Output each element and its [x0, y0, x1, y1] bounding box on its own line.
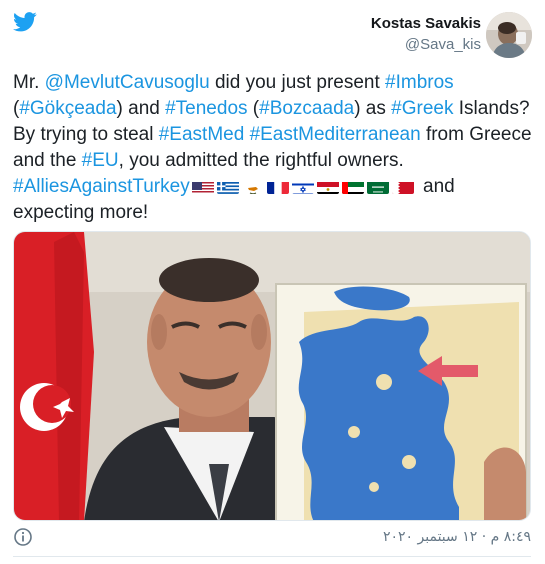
egypt-flag-icon [316, 179, 339, 194]
saudi-flag-icon [366, 179, 389, 194]
author-name[interactable]: Kostas Savakis [371, 14, 481, 33]
tweet-link[interactable]: #Tenedos [165, 98, 247, 119]
france-flag-icon [266, 179, 289, 194]
uae-flag-icon [341, 179, 364, 194]
avatar[interactable] [486, 12, 532, 58]
us-flag-icon [191, 179, 214, 194]
tweet-media-photo[interactable] [13, 231, 531, 521]
israel-flag-icon [291, 179, 314, 194]
tweet-text-segment: Mr. [13, 72, 45, 93]
avatar-photo-icon [486, 12, 532, 58]
tweet-timestamp[interactable]: ٨:٤٩ م · ١٢ سبتمبر ٢٠٢٠ [383, 529, 531, 545]
tweet-footer: ٨:٤٩ م · ١٢ سبتمبر ٢٠٢٠ [13, 527, 531, 549]
tweet-text-segment: , you admitted the rightful owners. [118, 150, 404, 171]
tweet-link[interactable]: #Greek [391, 98, 453, 119]
tweet-link[interactable]: @MevlutCavusoglu [45, 72, 210, 93]
greece-flag-icon [216, 179, 239, 194]
tweet-text-segment: ( [247, 98, 260, 119]
tweet-text: Mr. @MevlutCavusoglu did you just presen… [13, 70, 538, 226]
cyprus-flag-icon [241, 179, 264, 194]
twitter-bird-icon[interactable] [13, 12, 37, 32]
flag-emoji-row [191, 179, 414, 194]
divider [13, 556, 531, 557]
bahrain-flag-icon [391, 179, 414, 194]
tweet-link[interactable]: #Bozcaada [259, 98, 354, 119]
tweet-link[interactable]: #EastMed [159, 124, 245, 145]
info-icon[interactable] [13, 527, 33, 547]
tweet-text-segment: did you just present [209, 72, 386, 93]
tweet-link[interactable]: #EU [82, 150, 119, 171]
tweet-text-segment: ) as [354, 98, 392, 119]
author-handle[interactable]: @Sava_kis [371, 35, 481, 54]
tweet-card: Kostas Savakis @Sava_kis Mr. @MevlutCavu… [0, 0, 545, 564]
tweet-link[interactable]: #EastMediterranean [250, 124, 421, 145]
tweet-link[interactable]: #Gökçeada [19, 98, 116, 119]
author-block[interactable]: Kostas Savakis @Sava_kis [371, 14, 481, 54]
tweet-link[interactable]: #Imbros [385, 72, 454, 93]
tweet-link[interactable]: #AlliesAgainstTurkey [13, 176, 190, 197]
tweet-text-segment: ) and [116, 98, 166, 119]
photo-image [14, 232, 530, 520]
